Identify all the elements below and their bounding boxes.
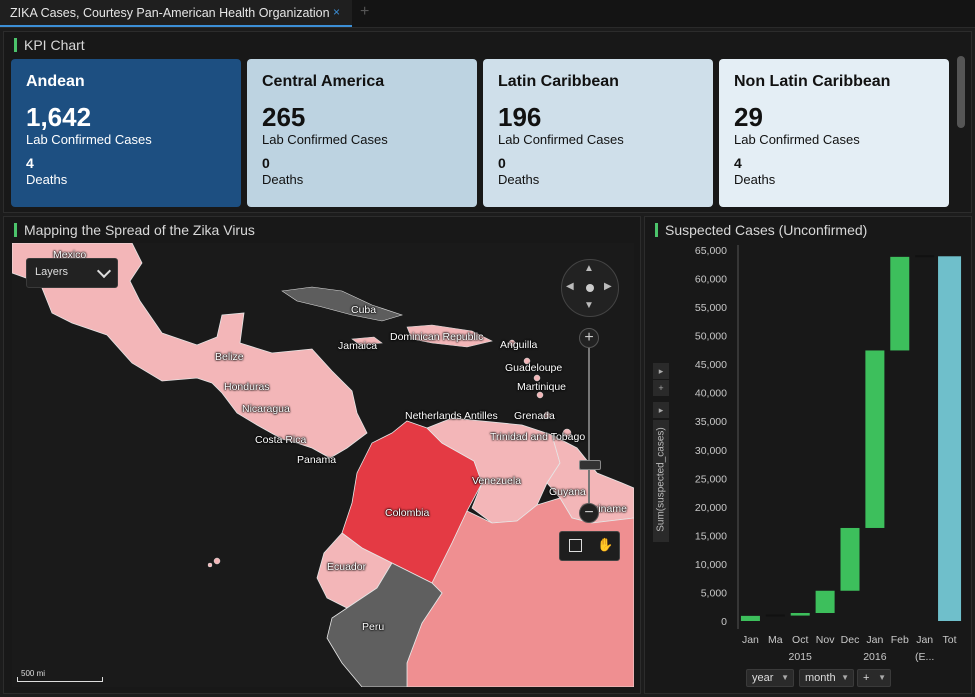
add-level-label: + <box>863 672 870 684</box>
x-tick-label: Dec <box>841 634 860 646</box>
chevron-down-icon: ▼ <box>781 673 789 682</box>
y-tick-label: 5,000 <box>701 587 727 599</box>
year-dropdown-label: year <box>752 672 774 684</box>
x-tick-label: Jan <box>866 634 883 646</box>
x-tick-label: Jan <box>916 634 933 646</box>
month-dropdown-label: month <box>805 672 836 684</box>
waterfall-bar[interactable] <box>915 255 935 258</box>
x-tick-label: Jan <box>742 634 759 646</box>
x-tick-label: Feb <box>891 634 909 646</box>
waterfall-chart: 0 5,000 10,000 15,000 20,000 25,000 30,000 35,0… <box>695 245 962 663</box>
x-group-label: 2015 <box>789 651 813 663</box>
waterfall-bar[interactable] <box>740 615 760 621</box>
y-tick-label: 25,000 <box>695 473 727 485</box>
month-dropdown[interactable]: month ▼ <box>799 669 854 687</box>
waterfall-bar[interactable] <box>890 256 910 351</box>
add-level-dropdown[interactable]: + ▼ <box>857 669 891 687</box>
chevron-down-icon: ▼ <box>841 673 849 682</box>
y-tick-label: 40,000 <box>695 388 727 400</box>
waterfall-bar[interactable] <box>815 590 835 614</box>
total-bar[interactable] <box>938 256 962 621</box>
waterfall-bar[interactable] <box>790 613 810 616</box>
y-tick-label: 30,000 <box>695 445 727 457</box>
chevron-down-icon: ▼ <box>878 673 886 682</box>
y-tick-label: 0 <box>721 616 727 628</box>
y-tick-label: 20,000 <box>695 502 727 514</box>
waterfall-bar[interactable] <box>865 350 885 528</box>
y-tick-label: 65,000 <box>695 245 727 257</box>
y-tick-label: 15,000 <box>695 530 727 542</box>
y-tick-label: 35,000 <box>695 416 727 428</box>
x-tick-label: Oct <box>792 634 808 646</box>
x-tick-label: Ma <box>768 634 783 646</box>
year-dropdown[interactable]: year ▼ <box>746 669 794 687</box>
y-tick-label: 45,000 <box>695 359 727 371</box>
y-tick-label: 55,000 <box>695 302 727 314</box>
y-tick-label: 50,000 <box>695 331 727 343</box>
waterfall-bar[interactable] <box>765 614 785 617</box>
waterfall-bar[interactable] <box>840 527 860 591</box>
x-tick-label: Tot <box>943 634 957 646</box>
x-tick-label: Nov <box>816 634 835 646</box>
y-tick-label: 60,000 <box>695 274 727 286</box>
y-tick-label: 10,000 <box>695 559 727 571</box>
x-group-label: 2016 <box>863 651 887 663</box>
x-group-label: (E... <box>915 651 934 663</box>
